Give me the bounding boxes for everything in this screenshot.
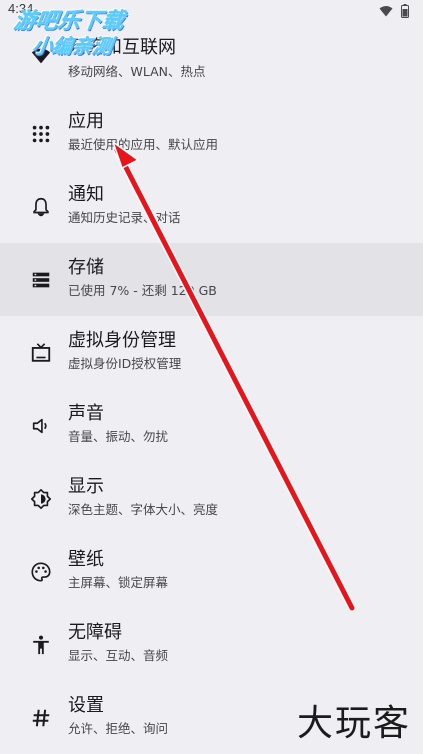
- settings-item-subtitle: 通知历史记录、对话: [68, 210, 181, 225]
- settings-item-title: 设置: [68, 695, 104, 716]
- status-icons: [379, 4, 409, 18]
- settings-item-wallpaper[interactable]: 壁纸 主屏幕、锁定屏幕: [0, 535, 423, 608]
- settings-item-title: 应用: [68, 111, 104, 132]
- settings-item-title: 无障碍: [68, 622, 122, 643]
- hash-icon: [30, 707, 52, 729]
- settings-item-title: 壁纸: [68, 549, 104, 570]
- wifi-signal-icon: [379, 6, 393, 17]
- settings-item-virtual-identity[interactable]: 虚拟身份管理 虚拟身份ID授权管理: [0, 316, 423, 389]
- settings-item-subtitle: 虚拟身份ID授权管理: [68, 356, 182, 371]
- watermark-top-line2: 小编亲测: [30, 34, 114, 58]
- settings-item-accessibility[interactable]: 无障碍 显示、互动、音频: [0, 608, 423, 681]
- watermark-top: 游吧乐下载 小编亲测: [9, 9, 126, 58]
- settings-item-title: 通知: [68, 184, 104, 205]
- settings-item-title: 声音: [68, 403, 104, 424]
- settings-item-subtitle: 主屏幕、锁定屏幕: [68, 575, 169, 590]
- settings-item-subtitle: 音量、振动、勿扰: [68, 429, 169, 444]
- settings-list: 网络和互联网 移动网络、WLAN、热点 应用 最近使用的应用、默认应用 通知 通…: [0, 24, 423, 754]
- settings-item-display[interactable]: 显示 深色主题、字体大小、亮度: [0, 462, 423, 535]
- settings-item-title: 虚拟身份管理: [68, 330, 176, 351]
- settings-item-sound[interactable]: 声音 音量、振动、勿扰: [0, 389, 423, 462]
- settings-item-apps[interactable]: 应用 最近使用的应用、默认应用: [0, 97, 423, 170]
- battery-icon: [401, 4, 409, 18]
- settings-item-subtitle: 移动网络、WLAN、热点: [68, 64, 206, 79]
- storage-icon: [30, 269, 52, 291]
- settings-item-storage[interactable]: 存储 已使用 7% - 还剩 120 GB: [0, 243, 423, 316]
- watermark-top-line1: 游吧乐下载: [12, 9, 126, 34]
- palette-icon: [30, 561, 52, 583]
- settings-item-subtitle: 最近使用的应用、默认应用: [68, 137, 219, 152]
- settings-item-subtitle: 显示、互动、音频: [68, 648, 169, 663]
- speaker-icon: [30, 415, 52, 437]
- brightness-icon: [30, 488, 52, 510]
- settings-item-title: 存储: [68, 257, 104, 278]
- tv-icon: [30, 342, 52, 364]
- settings-item-subtitle: 已使用 7% - 还剩 120 GB: [68, 283, 217, 298]
- settings-item-subtitle: 深色主题、字体大小、亮度: [68, 502, 219, 517]
- watermark-bottom: 大玩客: [296, 703, 411, 744]
- settings-item-title: 显示: [68, 476, 104, 497]
- apps-grid-icon: [30, 123, 52, 145]
- accessibility-icon: [30, 634, 52, 656]
- settings-item-subtitle: 允许、拒绝、询问: [68, 721, 169, 736]
- settings-item-notifications[interactable]: 通知 通知历史记录、对话: [0, 170, 423, 243]
- bell-icon: [30, 196, 52, 218]
